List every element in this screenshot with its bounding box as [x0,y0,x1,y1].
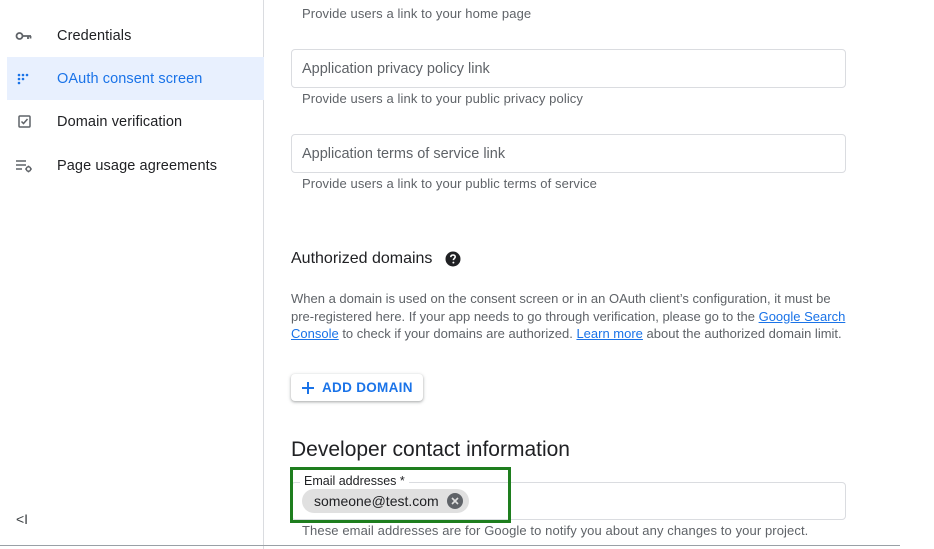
add-domain-label: ADD DOMAIN [322,380,413,395]
developer-contact-heading: Developer contact information [291,438,570,461]
authorized-domains-title: Authorized domains [291,250,433,267]
add-domain-button[interactable]: ADD DOMAIN [291,374,423,401]
privacy-policy-field[interactable] [291,49,846,88]
help-icon[interactable] [445,251,461,267]
sidebar-item-page-usage[interactable]: Page usage agreements [7,144,264,187]
key-icon [15,27,33,45]
terms-of-service-helper: Provide users a link to your public term… [302,176,597,191]
home-page-helper: Provide users a link to your home page [302,6,532,21]
sidebar-item-label: Domain verification [57,113,183,130]
desc-text: to check if your domains are authorized. [338,326,577,341]
plus-icon [301,381,315,395]
desc-text: When a domain is used on the consent scr… [291,291,831,324]
terms-of-service-input[interactable] [292,135,845,172]
divider [0,545,900,546]
email-chip-text: someone@test.com [314,493,439,509]
collapse-sidebar-button[interactable]: <I [14,510,30,528]
email-helper: These email addresses are for Google to … [302,523,809,538]
privacy-policy-helper: Provide users a link to your public priv… [302,91,584,106]
desc-text: about the authorized domain limit. [642,326,842,341]
email-chip: someone@test.com [302,489,469,513]
sidebar-item-label: Credentials [57,27,132,44]
privacy-policy-input[interactable] [292,50,845,87]
learn-more-link[interactable]: Learn more [576,326,642,341]
main-content: Provide users a link to your home page P… [265,0,934,549]
sidebar-item-oauth-consent[interactable]: OAuth consent screen [7,57,264,100]
email-addresses-label: Email addresses * [300,474,409,488]
authorized-domains-heading: Authorized domains [291,250,461,268]
remove-email-icon[interactable] [446,493,463,509]
oauth-dots-icon [15,70,33,88]
sidebar: Credentials OAuth consent screen Domain … [0,0,264,549]
terms-of-service-field[interactable] [291,134,846,173]
sidebar-item-label: Page usage agreements [57,157,218,174]
sidebar-item-credentials[interactable]: Credentials [7,14,264,57]
sidebar-item-label: OAuth consent screen [57,70,203,87]
authorized-domains-description: When a domain is used on the consent scr… [291,290,851,343]
email-addresses-field[interactable]: Email addresses * someone@test.com [291,474,846,520]
checkbox-icon [15,113,33,131]
list-settings-icon [15,157,33,175]
sidebar-item-domain-verification[interactable]: Domain verification [7,100,264,143]
